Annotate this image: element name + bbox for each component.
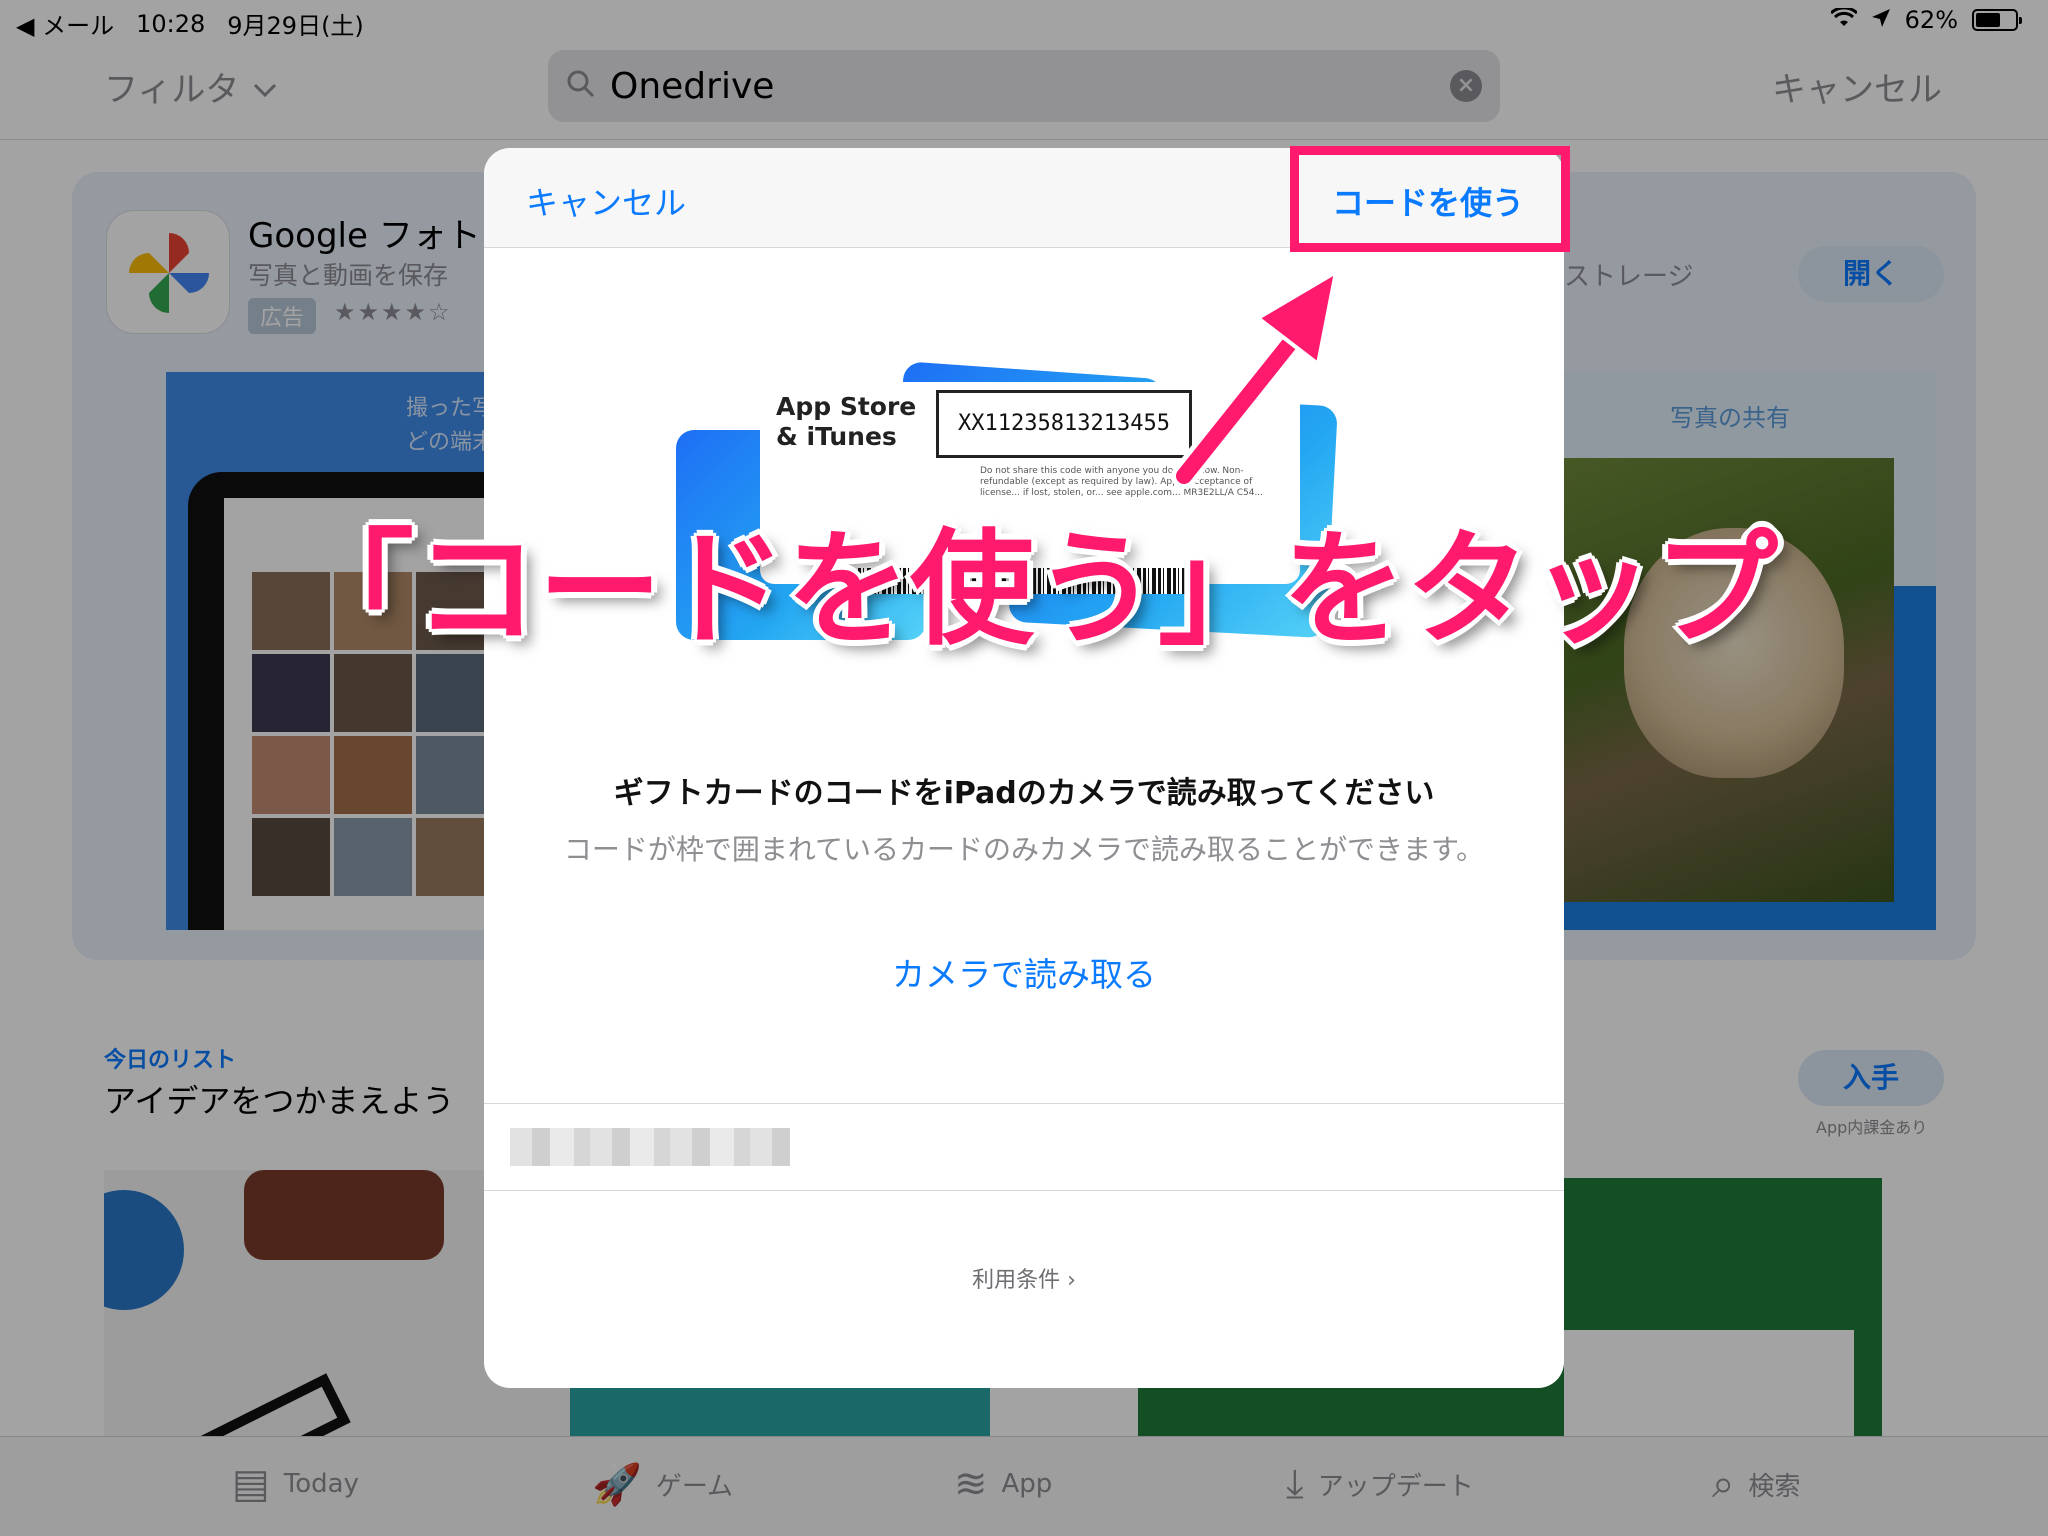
gift-card-code: XX11235813213455 bbox=[936, 390, 1192, 458]
scan-with-camera-link[interactable]: カメラで読み取る bbox=[484, 948, 1564, 996]
chevron-right-icon: › bbox=[1067, 1268, 1076, 1293]
scan-instruction-title: ギフトカードのコードをiPadのカメラで読み取ってください bbox=[613, 776, 1435, 811]
scan-instruction-subtitle: コードが枠で囲まれているカードのみカメラで読み取ることができます。 bbox=[563, 833, 1485, 866]
divider bbox=[484, 1103, 1564, 1104]
terms-label: 利用条件 bbox=[972, 1268, 1061, 1293]
highlight-box bbox=[1290, 146, 1570, 252]
redeem-code-field-blurred[interactable] bbox=[510, 1128, 790, 1166]
redeem-code-modal: キャンセル コードを使う App Store & iTunes XX112358… bbox=[484, 148, 1564, 1388]
annotation-text: 「コードを使う」をタップ bbox=[290, 518, 1779, 662]
gift-card-brand: App Store & iTunes bbox=[776, 392, 917, 451]
divider bbox=[484, 1190, 1564, 1191]
modal-cancel-button[interactable]: キャンセル bbox=[526, 178, 686, 224]
terms-link[interactable]: 利用条件 › bbox=[484, 1262, 1564, 1294]
